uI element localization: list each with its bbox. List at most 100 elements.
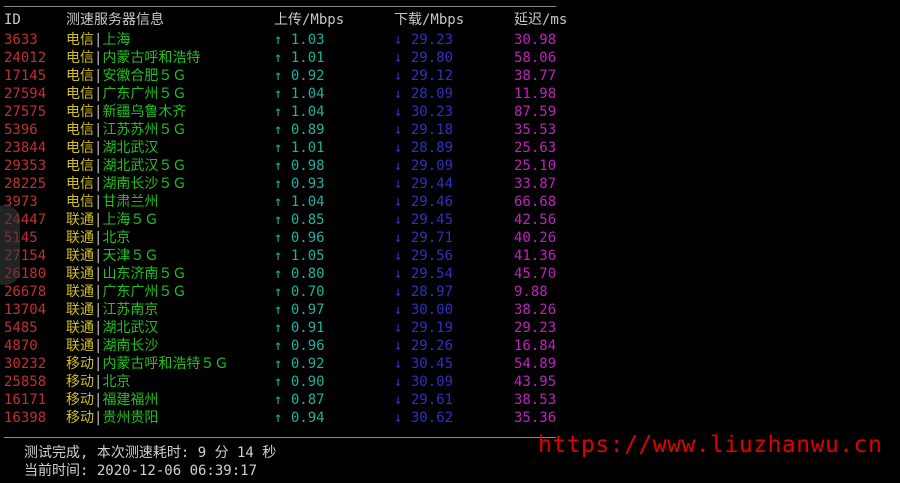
server-location: 广东广州５Ｇ [102, 284, 187, 300]
upload-speed: ↑ 0.87 [274, 392, 325, 408]
server-id: 28225 [4, 176, 47, 192]
isp-name: 移动 [66, 410, 94, 426]
result-row: 16171 移动|福建福州 ↑ 0.87 ↓ 29.61 38.53 [0, 391, 600, 409]
result-row: 24447 联通|上海５Ｇ ↑ 0.85 ↓ 29.45 42.56 [0, 211, 600, 229]
result-row: 23844 电信|湖北武汉 ↑ 1.01 ↓ 28.89 25.63 [0, 139, 600, 157]
upload-speed: ↑ 0.90 [274, 374, 325, 390]
result-row: 29353 电信|湖北武汉５Ｇ ↑ 0.98 ↓ 29.09 25.10 [0, 157, 600, 175]
header-download: 下载/Mbps [394, 12, 465, 28]
server-id: 4870 [4, 338, 38, 354]
download-speed: ↓ 28.09 [394, 86, 454, 102]
result-row: 27575 电信|新疆乌鲁木齐 ↑ 1.04 ↓ 30.23 87.59 [0, 103, 600, 121]
server-location: 内蒙古呼和浩特５Ｇ [102, 356, 229, 372]
download-speed: ↓ 30.09 [394, 374, 454, 390]
latency-value: 38.53 [514, 392, 557, 408]
upload-speed: ↑ 1.04 [274, 86, 325, 102]
isp-name: 电信 [66, 158, 94, 174]
isp-name: 联通 [66, 212, 94, 228]
upload-speed: ↑ 0.92 [274, 356, 325, 372]
result-row: 16398 移动|贵州贵阳 ↑ 0.94 ↓ 30.62 35.36 [0, 409, 600, 427]
server-location: 江苏南京 [102, 302, 159, 318]
download-speed: ↓ 29.45 [394, 212, 454, 228]
server-location: 贵州贵阳 [102, 410, 159, 426]
server-info: 电信|广东广州５Ｇ [66, 85, 186, 103]
server-location: 天津５Ｇ [102, 248, 159, 264]
result-row: 17145 电信|安徽合肥５Ｇ ↑ 0.92 ↓ 29.12 38.77 [0, 67, 600, 85]
download-speed: ↓ 28.89 [394, 140, 454, 156]
server-info: 移动|贵州贵阳 [66, 409, 158, 427]
isp-name: 电信 [66, 104, 94, 120]
server-info: 电信|内蒙古呼和浩特 [66, 49, 200, 67]
server-location: 湖南长沙 [102, 338, 159, 354]
latency-value: 33.87 [514, 176, 557, 192]
latency-value: 11.98 [514, 86, 557, 102]
download-speed: ↓ 29.61 [394, 392, 454, 408]
server-location: 新疆乌鲁木齐 [102, 104, 187, 120]
upload-speed: ↑ 0.94 [274, 410, 325, 426]
result-row: 3633 电信|上海 ↑ 1.03 ↓ 29.23 30.98 [0, 31, 600, 49]
latency-value: 41.36 [514, 248, 557, 264]
server-info: 联通|湖北武汉 [66, 319, 158, 337]
isp-name: 电信 [66, 122, 94, 138]
server-location: 广东广州５Ｇ [102, 86, 187, 102]
server-id: 27594 [4, 86, 47, 102]
isp-name: 联通 [66, 284, 94, 300]
download-speed: ↓ 29.23 [394, 32, 454, 48]
upload-speed: ↑ 0.96 [274, 338, 325, 354]
isp-name: 联通 [66, 302, 94, 318]
upload-speed: ↑ 0.85 [274, 212, 325, 228]
download-speed: ↓ 29.80 [394, 50, 454, 66]
server-location: 北京 [102, 230, 131, 246]
isp-name: 电信 [66, 86, 94, 102]
upload-speed: ↑ 0.97 [274, 302, 325, 318]
server-info: 联通|北京 [66, 229, 130, 247]
download-speed: ↓ 30.62 [394, 410, 454, 426]
server-info: 联通|湖南长沙 [66, 337, 158, 355]
server-info: 移动|福建福州 [66, 391, 158, 409]
result-row: 3973 电信|甘肃兰州 ↑ 1.04 ↓ 29.46 66.68 [0, 193, 600, 211]
server-id: 17145 [4, 68, 47, 84]
latency-value: 30.98 [514, 32, 557, 48]
latency-value: 25.10 [514, 158, 557, 174]
server-id: 16398 [4, 410, 47, 426]
upload-speed: ↑ 0.96 [274, 230, 325, 246]
result-row: 24012 电信|内蒙古呼和浩特 ↑ 1.01 ↓ 29.80 58.06 [0, 49, 600, 67]
latency-value: 38.26 [514, 302, 557, 318]
server-location: 湖北武汉 [102, 320, 159, 336]
server-id: 29353 [4, 158, 47, 174]
isp-name: 联通 [66, 266, 94, 282]
result-row: 28225 电信|湖南长沙５Ｇ ↑ 0.93 ↓ 29.44 33.87 [0, 175, 600, 193]
latency-value: 35.36 [514, 410, 557, 426]
server-id: 27575 [4, 104, 47, 120]
upload-speed: ↑ 0.92 [274, 68, 325, 84]
upload-speed: ↑ 1.03 [274, 32, 325, 48]
server-id: 13704 [4, 302, 47, 318]
server-info: 电信|上海 [66, 31, 130, 49]
upload-speed: ↑ 0.98 [274, 158, 325, 174]
upload-speed: ↑ 1.04 [274, 104, 325, 120]
latency-value: 87.59 [514, 104, 557, 120]
download-speed: ↓ 30.00 [394, 302, 454, 318]
isp-name: 电信 [66, 194, 94, 210]
upload-speed: ↑ 1.05 [274, 248, 325, 264]
download-speed: ↓ 29.19 [394, 320, 454, 336]
result-row: 30232 移动|内蒙古呼和浩特５Ｇ ↑ 0.92 ↓ 30.45 54.89 [0, 355, 600, 373]
server-id: 24012 [4, 50, 47, 66]
header-id: ID [4, 12, 21, 28]
server-info: 电信|安徽合肥５Ｇ [66, 67, 186, 85]
isp-name: 移动 [66, 392, 94, 408]
server-id: 5396 [4, 122, 38, 138]
download-speed: ↓ 29.09 [394, 158, 454, 174]
server-location: 湖北武汉５Ｇ [102, 158, 187, 174]
latency-value: 38.77 [514, 68, 557, 84]
server-info: 电信|甘肃兰州 [66, 193, 158, 211]
isp-name: 移动 [66, 374, 94, 390]
server-id: 16171 [4, 392, 47, 408]
isp-name: 联通 [66, 338, 94, 354]
upload-speed: ↑ 1.01 [274, 140, 325, 156]
server-info: 联通|天津５Ｇ [66, 247, 158, 265]
scroll-handle[interactable] [0, 205, 20, 285]
latency-value: 54.89 [514, 356, 557, 372]
top-divider [4, 6, 556, 7]
test-complete-message: 测试完成, 本次测速耗时: 9 分 14 秒 [24, 445, 277, 461]
